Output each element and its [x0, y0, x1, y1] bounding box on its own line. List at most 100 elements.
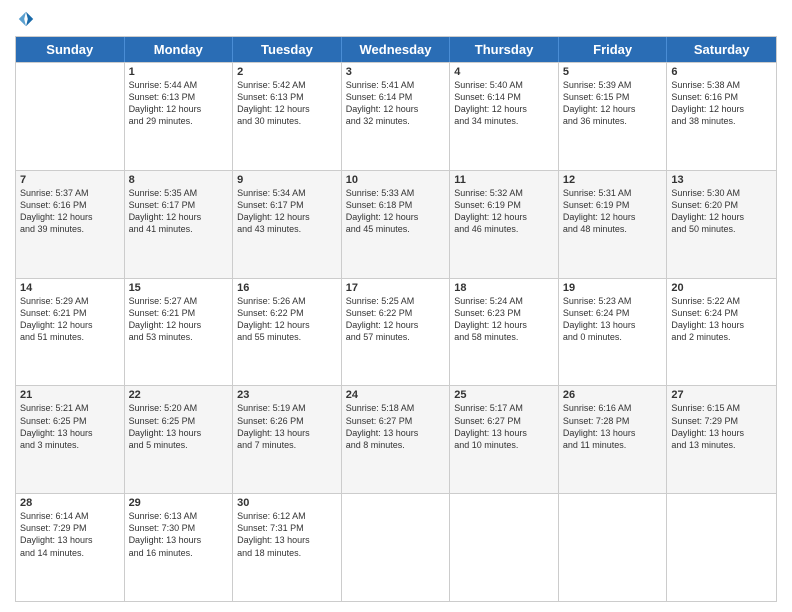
calendar-cell: 20Sunrise: 5:22 AM Sunset: 6:24 PM Dayli…: [667, 279, 776, 386]
day-number: 8: [129, 174, 229, 186]
day-number: 9: [237, 174, 337, 186]
day-number: 28: [20, 497, 120, 509]
cell-sun-info: Sunrise: 5:26 AM Sunset: 6:22 PM Dayligh…: [237, 295, 337, 344]
calendar-cell: 8Sunrise: 5:35 AM Sunset: 6:17 PM Daylig…: [125, 171, 234, 278]
day-number: 2: [237, 66, 337, 78]
calendar-cell: 7Sunrise: 5:37 AM Sunset: 6:16 PM Daylig…: [16, 171, 125, 278]
cell-sun-info: Sunrise: 5:24 AM Sunset: 6:23 PM Dayligh…: [454, 295, 554, 344]
calendar-cell: 11Sunrise: 5:32 AM Sunset: 6:19 PM Dayli…: [450, 171, 559, 278]
calendar-header: SundayMondayTuesdayWednesdayThursdayFrid…: [16, 37, 776, 62]
cell-sun-info: Sunrise: 6:13 AM Sunset: 7:30 PM Dayligh…: [129, 510, 229, 559]
weekday-header: Friday: [559, 37, 668, 62]
calendar-cell: 2Sunrise: 5:42 AM Sunset: 6:13 PM Daylig…: [233, 63, 342, 170]
calendar-cell: 9Sunrise: 5:34 AM Sunset: 6:17 PM Daylig…: [233, 171, 342, 278]
cell-sun-info: Sunrise: 5:21 AM Sunset: 6:25 PM Dayligh…: [20, 402, 120, 451]
calendar-cell: [667, 494, 776, 601]
calendar-cell: 4Sunrise: 5:40 AM Sunset: 6:14 PM Daylig…: [450, 63, 559, 170]
day-number: 19: [563, 282, 663, 294]
cell-sun-info: Sunrise: 5:17 AM Sunset: 6:27 PM Dayligh…: [454, 402, 554, 451]
cell-sun-info: Sunrise: 5:30 AM Sunset: 6:20 PM Dayligh…: [671, 187, 772, 236]
cell-sun-info: Sunrise: 5:39 AM Sunset: 6:15 PM Dayligh…: [563, 79, 663, 128]
day-number: 22: [129, 389, 229, 401]
calendar-row: 21Sunrise: 5:21 AM Sunset: 6:25 PM Dayli…: [16, 385, 776, 493]
logo: [15, 10, 35, 28]
day-number: 25: [454, 389, 554, 401]
day-number: 7: [20, 174, 120, 186]
calendar-cell: 28Sunrise: 6:14 AM Sunset: 7:29 PM Dayli…: [16, 494, 125, 601]
cell-sun-info: Sunrise: 5:38 AM Sunset: 6:16 PM Dayligh…: [671, 79, 772, 128]
weekday-header: Saturday: [667, 37, 776, 62]
calendar-cell: 26Sunrise: 6:16 AM Sunset: 7:28 PM Dayli…: [559, 386, 668, 493]
cell-sun-info: Sunrise: 5:23 AM Sunset: 6:24 PM Dayligh…: [563, 295, 663, 344]
day-number: 20: [671, 282, 772, 294]
day-number: 16: [237, 282, 337, 294]
calendar-row: 7Sunrise: 5:37 AM Sunset: 6:16 PM Daylig…: [16, 170, 776, 278]
calendar-cell: 6Sunrise: 5:38 AM Sunset: 6:16 PM Daylig…: [667, 63, 776, 170]
calendar-cell: 24Sunrise: 5:18 AM Sunset: 6:27 PM Dayli…: [342, 386, 451, 493]
calendar-cell: [342, 494, 451, 601]
day-number: 23: [237, 389, 337, 401]
cell-sun-info: Sunrise: 6:16 AM Sunset: 7:28 PM Dayligh…: [563, 402, 663, 451]
cell-sun-info: Sunrise: 6:14 AM Sunset: 7:29 PM Dayligh…: [20, 510, 120, 559]
day-number: 15: [129, 282, 229, 294]
calendar-cell: 25Sunrise: 5:17 AM Sunset: 6:27 PM Dayli…: [450, 386, 559, 493]
cell-sun-info: Sunrise: 5:29 AM Sunset: 6:21 PM Dayligh…: [20, 295, 120, 344]
calendar-cell: 12Sunrise: 5:31 AM Sunset: 6:19 PM Dayli…: [559, 171, 668, 278]
day-number: 10: [346, 174, 446, 186]
day-number: 12: [563, 174, 663, 186]
calendar-cell: 14Sunrise: 5:29 AM Sunset: 6:21 PM Dayli…: [16, 279, 125, 386]
calendar-cell: 10Sunrise: 5:33 AM Sunset: 6:18 PM Dayli…: [342, 171, 451, 278]
calendar-cell: [450, 494, 559, 601]
day-number: 11: [454, 174, 554, 186]
calendar-row: 14Sunrise: 5:29 AM Sunset: 6:21 PM Dayli…: [16, 278, 776, 386]
cell-sun-info: Sunrise: 6:15 AM Sunset: 7:29 PM Dayligh…: [671, 402, 772, 451]
day-number: 29: [129, 497, 229, 509]
calendar-cell: 3Sunrise: 5:41 AM Sunset: 6:14 PM Daylig…: [342, 63, 451, 170]
calendar-row: 1Sunrise: 5:44 AM Sunset: 6:13 PM Daylig…: [16, 62, 776, 170]
cell-sun-info: Sunrise: 5:41 AM Sunset: 6:14 PM Dayligh…: [346, 79, 446, 128]
day-number: 21: [20, 389, 120, 401]
calendar-cell: 30Sunrise: 6:12 AM Sunset: 7:31 PM Dayli…: [233, 494, 342, 601]
day-number: 27: [671, 389, 772, 401]
day-number: 13: [671, 174, 772, 186]
cell-sun-info: Sunrise: 5:44 AM Sunset: 6:13 PM Dayligh…: [129, 79, 229, 128]
calendar-cell: 19Sunrise: 5:23 AM Sunset: 6:24 PM Dayli…: [559, 279, 668, 386]
calendar-cell: 21Sunrise: 5:21 AM Sunset: 6:25 PM Dayli…: [16, 386, 125, 493]
logo-icon: [17, 10, 35, 28]
calendar-cell: 15Sunrise: 5:27 AM Sunset: 6:21 PM Dayli…: [125, 279, 234, 386]
calendar-cell: 5Sunrise: 5:39 AM Sunset: 6:15 PM Daylig…: [559, 63, 668, 170]
header: [15, 10, 777, 28]
cell-sun-info: Sunrise: 5:19 AM Sunset: 6:26 PM Dayligh…: [237, 402, 337, 451]
day-number: 30: [237, 497, 337, 509]
day-number: 26: [563, 389, 663, 401]
calendar-cell: [559, 494, 668, 601]
calendar-cell: 16Sunrise: 5:26 AM Sunset: 6:22 PM Dayli…: [233, 279, 342, 386]
calendar-cell: 29Sunrise: 6:13 AM Sunset: 7:30 PM Dayli…: [125, 494, 234, 601]
calendar-cell: 23Sunrise: 5:19 AM Sunset: 6:26 PM Dayli…: [233, 386, 342, 493]
day-number: 3: [346, 66, 446, 78]
calendar-cell: 27Sunrise: 6:15 AM Sunset: 7:29 PM Dayli…: [667, 386, 776, 493]
calendar-cell: 22Sunrise: 5:20 AM Sunset: 6:25 PM Dayli…: [125, 386, 234, 493]
calendar-cell: 1Sunrise: 5:44 AM Sunset: 6:13 PM Daylig…: [125, 63, 234, 170]
calendar: SundayMondayTuesdayWednesdayThursdayFrid…: [15, 36, 777, 602]
calendar-cell: 18Sunrise: 5:24 AM Sunset: 6:23 PM Dayli…: [450, 279, 559, 386]
day-number: 17: [346, 282, 446, 294]
cell-sun-info: Sunrise: 5:25 AM Sunset: 6:22 PM Dayligh…: [346, 295, 446, 344]
weekday-header: Tuesday: [233, 37, 342, 62]
cell-sun-info: Sunrise: 5:22 AM Sunset: 6:24 PM Dayligh…: [671, 295, 772, 344]
calendar-cell: [16, 63, 125, 170]
cell-sun-info: Sunrise: 5:20 AM Sunset: 6:25 PM Dayligh…: [129, 402, 229, 451]
calendar-body: 1Sunrise: 5:44 AM Sunset: 6:13 PM Daylig…: [16, 62, 776, 601]
cell-sun-info: Sunrise: 5:31 AM Sunset: 6:19 PM Dayligh…: [563, 187, 663, 236]
cell-sun-info: Sunrise: 5:32 AM Sunset: 6:19 PM Dayligh…: [454, 187, 554, 236]
cell-sun-info: Sunrise: 5:42 AM Sunset: 6:13 PM Dayligh…: [237, 79, 337, 128]
calendar-cell: 13Sunrise: 5:30 AM Sunset: 6:20 PM Dayli…: [667, 171, 776, 278]
day-number: 4: [454, 66, 554, 78]
day-number: 14: [20, 282, 120, 294]
page: SundayMondayTuesdayWednesdayThursdayFrid…: [0, 0, 792, 612]
cell-sun-info: Sunrise: 5:27 AM Sunset: 6:21 PM Dayligh…: [129, 295, 229, 344]
cell-sun-info: Sunrise: 5:40 AM Sunset: 6:14 PM Dayligh…: [454, 79, 554, 128]
weekday-header: Wednesday: [342, 37, 451, 62]
cell-sun-info: Sunrise: 5:33 AM Sunset: 6:18 PM Dayligh…: [346, 187, 446, 236]
day-number: 5: [563, 66, 663, 78]
